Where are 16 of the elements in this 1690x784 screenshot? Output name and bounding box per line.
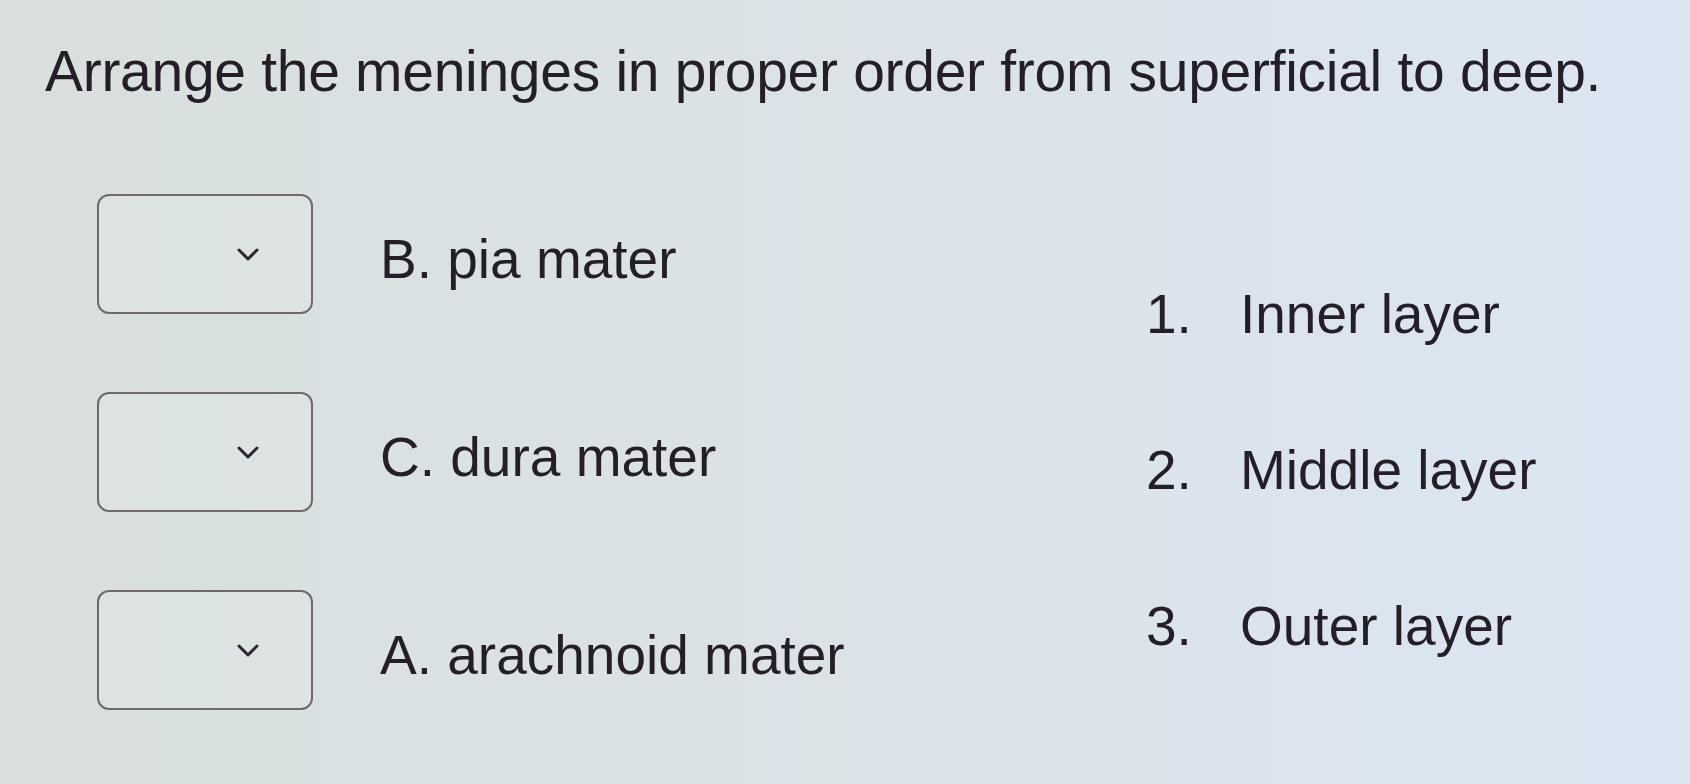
dropdown[interactable] xyxy=(97,590,313,710)
layer-option-text: Inner layer xyxy=(1240,282,1500,346)
item-label: B. pia mater xyxy=(380,227,677,291)
chevron-down-icon xyxy=(237,643,259,657)
chevron-down-icon xyxy=(237,247,259,261)
list-number: 1. xyxy=(1146,282,1193,346)
layer-option-text: Outer layer xyxy=(1240,594,1513,658)
item-label: A. arachnoid mater xyxy=(380,623,845,687)
layer-option-text: Middle layer xyxy=(1240,438,1537,502)
question-text: Arrange the meninges in proper order from superficial to deep. xyxy=(45,38,1602,104)
list-number: 3. xyxy=(1146,594,1193,658)
chevron-down-icon xyxy=(237,445,259,459)
list-number: 2. xyxy=(1146,438,1193,502)
dropdown[interactable] xyxy=(97,194,313,314)
dropdown[interactable] xyxy=(97,392,313,512)
item-label: C. dura mater xyxy=(380,425,717,489)
